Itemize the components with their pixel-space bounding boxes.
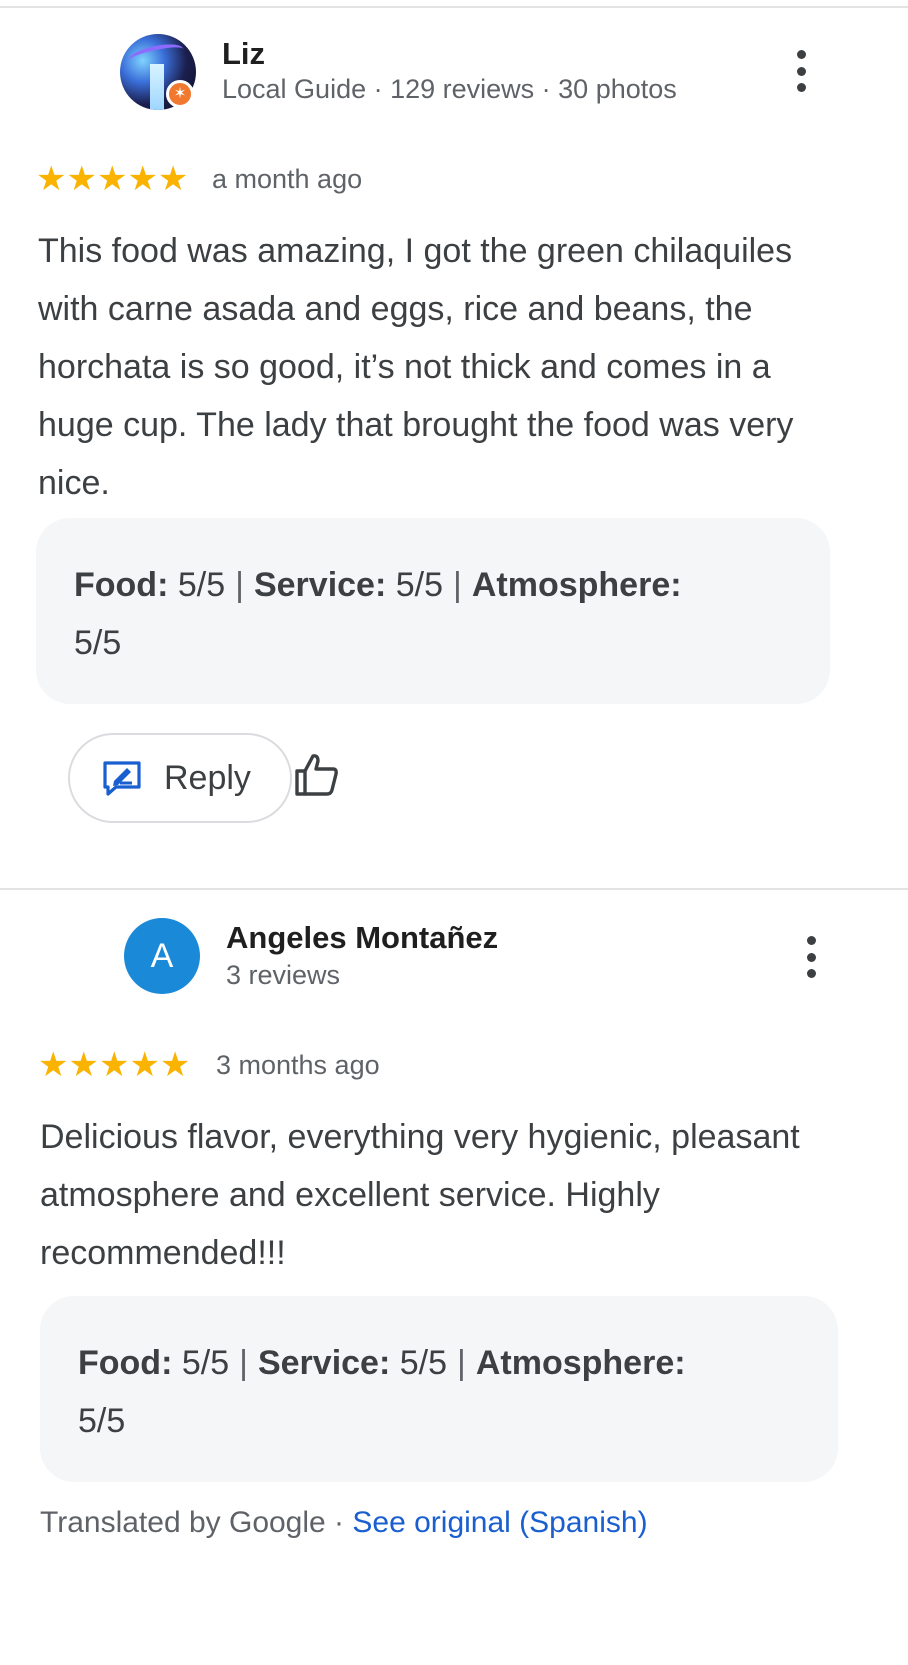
food-label: Food: <box>78 1344 173 1382</box>
service-label: Service: <box>257 1344 391 1382</box>
star-rating: ★★★★★ <box>36 160 189 198</box>
separator: | <box>457 1344 466 1382</box>
review-time: 3 months ago <box>216 1050 380 1080</box>
star-rating: ★★★★★ <box>38 1046 191 1084</box>
translated-by-label: Translated by Google · <box>40 1506 353 1539</box>
review-text: This food was amazing, I got the green c… <box>38 232 794 502</box>
separator: | <box>453 566 462 604</box>
see-original-link[interactable]: See original (Spanish) <box>352 1506 647 1539</box>
translation-note: Translated by Google · See original (Spa… <box>40 1506 648 1540</box>
reviews-page: ✶ Liz Local Guide · 129 reviews · 30 pho… <box>0 0 908 1665</box>
reviewer-meta[interactable]: Local Guide · 129 reviews · 30 photos <box>222 74 677 105</box>
ratings-breakdown: Food: 5/5 | Service: 5/5 | Atmosphere: 5/5 <box>36 518 830 704</box>
avatar-waterfall-graphic <box>150 64 164 110</box>
more-options-icon[interactable] <box>786 46 816 96</box>
reviewer-meta[interactable]: 3 reviews <box>226 960 340 991</box>
separator: | <box>235 566 244 604</box>
ratings-breakdown: Food: 5/5 | Service: 5/5 | Atmosphere: 5/5 <box>40 1296 838 1482</box>
more-options-icon[interactable] <box>796 932 826 982</box>
review-card: A Angeles Montañez 3 reviews ★★★★★ 3 mon… <box>0 890 908 1665</box>
food-label: Food: <box>74 566 169 604</box>
reviewer-avatar[interactable]: A <box>124 918 200 994</box>
separator: | <box>239 1344 248 1382</box>
thumbs-up-icon[interactable] <box>294 752 340 798</box>
food-value: 5/5 <box>172 1344 230 1382</box>
service-label: Service: <box>253 566 387 604</box>
atmosphere-value: 5/5 <box>78 1402 126 1440</box>
reply-icon <box>103 761 141 796</box>
food-value: 5/5 <box>168 566 226 604</box>
reviewer-name[interactable]: Angeles Montañez <box>226 920 498 956</box>
review-card: ✶ Liz Local Guide · 129 reviews · 30 pho… <box>0 0 908 880</box>
review-time: a month ago <box>212 164 363 194</box>
atmosphere-label: Atmosphere: <box>471 566 682 604</box>
atmosphere-label: Atmosphere: <box>475 1344 686 1382</box>
reply-button[interactable]: Reply <box>68 733 292 823</box>
atmosphere-value: 5/5 <box>74 624 122 662</box>
review-text: Delicious flavor, everything very hygien… <box>40 1118 800 1272</box>
local-guide-star-icon: ✶ <box>166 80 194 108</box>
reply-label: Reply <box>164 758 251 797</box>
service-value: 5/5 <box>390 1344 448 1382</box>
service-value: 5/5 <box>386 566 444 604</box>
reviewer-name[interactable]: Liz <box>222 36 265 72</box>
